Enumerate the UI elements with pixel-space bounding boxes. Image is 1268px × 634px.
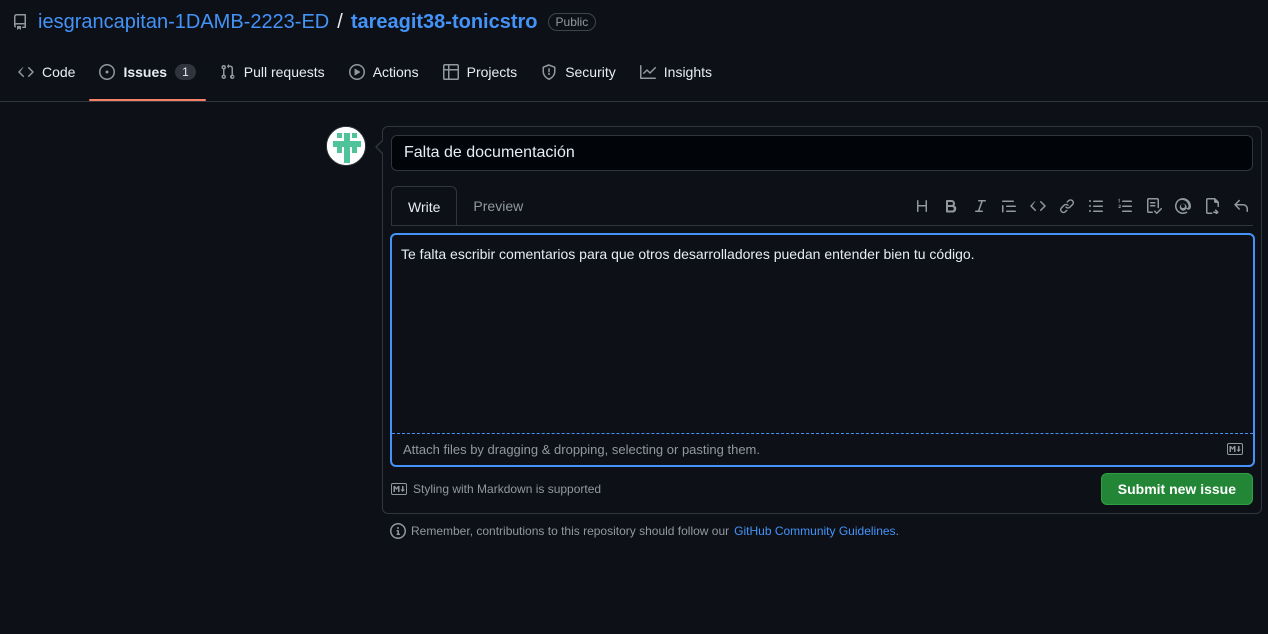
italic-icon[interactable]	[972, 198, 988, 214]
graph-icon	[639, 65, 656, 79]
editor-tab-divider	[391, 225, 1253, 226]
tab-projects-label: Projects	[466, 64, 518, 80]
repo-path-separator: /	[337, 10, 343, 33]
repo-name-link[interactable]: tareagit38-tonicstro	[351, 11, 538, 34]
tab-issues-label: Issues	[123, 64, 168, 80]
repo-owner-link[interactable]: iesgrancapitan-1DAMB-2223-ED	[38, 11, 329, 34]
attach-files-hint[interactable]: Attach files by dragging & dropping, sel…	[403, 442, 760, 457]
git-pull-request-icon	[221, 64, 235, 80]
submit-new-issue-button[interactable]: Submit new issue	[1100, 473, 1253, 505]
quote-icon[interactable]	[1001, 198, 1017, 214]
tab-code-label: Code	[42, 64, 76, 80]
tab-preview[interactable]: Preview	[457, 186, 539, 226]
footer-text: Remember, contributions to this reposito…	[411, 524, 730, 538]
markdown-icon	[391, 483, 407, 495]
tab-projects[interactable]: Projects	[433, 56, 528, 88]
tab-write[interactable]: Write	[391, 186, 458, 226]
mention-icon[interactable]	[1175, 198, 1191, 214]
markdown-icon	[1227, 443, 1243, 455]
issue-body-editor[interactable]: Te falta escribir comentarios para que o…	[390, 233, 1255, 467]
table-icon	[442, 64, 459, 80]
code-icon[interactable]	[1030, 198, 1046, 214]
new-issue-form: Write Preview Te falta escribir comentar…	[375, 126, 1262, 514]
heading-icon[interactable]	[914, 198, 930, 214]
issues-counter: 1	[175, 64, 196, 80]
shield-icon	[542, 64, 556, 80]
repo-nav-tabs: Code Issues 1 Pull requests Actions Proj…	[8, 56, 726, 102]
tab-insights[interactable]: Insights	[630, 56, 722, 88]
editor-tabs: Write Preview	[391, 186, 539, 226]
issue-body-textarea[interactable]: Te falta escribir comentarios para que o…	[401, 246, 1245, 262]
tab-code[interactable]: Code	[8, 56, 85, 88]
attach-divider	[392, 433, 1253, 434]
link-icon[interactable]	[1059, 198, 1075, 214]
tab-actions-label: Actions	[372, 64, 419, 80]
markdown-support-note[interactable]: Styling with Markdown is supported	[391, 482, 601, 496]
info-icon	[390, 523, 406, 539]
unordered-list-icon[interactable]	[1088, 198, 1104, 214]
markdown-toolbar	[914, 196, 1249, 216]
issue-title-input[interactable]	[391, 135, 1253, 171]
tab-actions[interactable]: Actions	[339, 56, 429, 88]
contribution-guidelines-note: Remember, contributions to this reposito…	[390, 523, 899, 539]
community-guidelines-link[interactable]: GitHub Community Guidelines	[734, 524, 895, 538]
repo-icon	[12, 14, 28, 30]
tab-pull-requests-label: Pull requests	[243, 64, 325, 80]
nav-divider	[0, 101, 1268, 102]
tab-pull-requests[interactable]: Pull requests	[210, 56, 335, 88]
markdown-support-label: Styling with Markdown is supported	[413, 482, 602, 496]
reply-icon[interactable]	[1233, 198, 1249, 214]
visibility-badge: Public	[547, 13, 597, 31]
ordered-list-icon[interactable]	[1117, 198, 1133, 214]
play-icon	[348, 64, 365, 80]
tab-insights-label: Insights	[663, 64, 713, 80]
tab-security[interactable]: Security	[531, 56, 626, 88]
code-icon	[18, 67, 34, 78]
cross-reference-icon[interactable]	[1204, 198, 1220, 214]
issue-opened-icon	[99, 64, 116, 80]
footer-period: .	[895, 524, 899, 538]
avatar[interactable]	[326, 126, 366, 166]
task-list-icon[interactable]	[1146, 198, 1162, 214]
repo-header: iesgrancapitan-1DAMB-2223-ED / tareagit3…	[12, 8, 597, 36]
tab-security-label: Security	[565, 64, 616, 80]
tab-issues[interactable]: Issues 1	[89, 56, 207, 101]
bold-icon[interactable]	[943, 198, 959, 214]
